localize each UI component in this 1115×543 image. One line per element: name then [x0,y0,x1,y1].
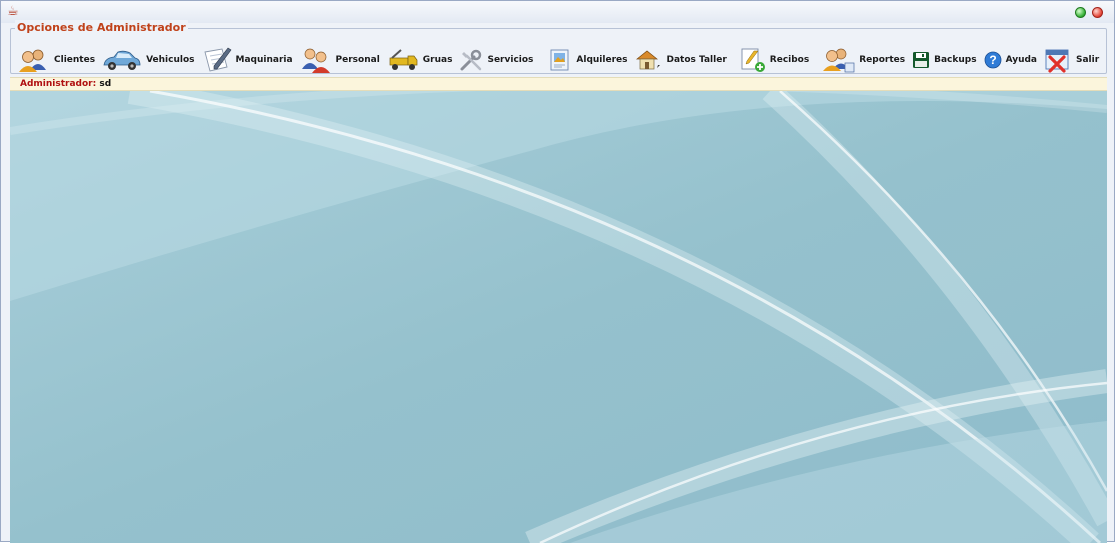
desktop-wallpaper [10,91,1107,543]
backups-button[interactable]: Backups [912,45,977,75]
users-icon [16,47,50,73]
reportes-label: Reportes [859,55,906,65]
svg-text:?: ? [989,53,996,67]
datos-taller-label: Datos Taller [666,55,727,65]
staff-icon [300,47,332,73]
salir-button[interactable]: Salir [1044,45,1099,75]
recibos-button[interactable]: Recibos [740,45,809,75]
ayuda-label: Ayuda [1005,55,1037,65]
exit-icon [1044,47,1072,73]
ayuda-button[interactable]: ? Ayuda [984,45,1037,75]
receipt-icon [740,47,766,73]
datos-taller-button[interactable]: Datos Taller [634,45,727,75]
tools-icon [459,47,483,73]
vehiculos-button[interactable]: Vehiculos [102,45,195,75]
close-window-button[interactable] [1092,7,1103,18]
status-role-label: Administrador: [20,79,97,89]
backups-label: Backups [934,55,977,65]
reportes-button[interactable]: Reportes [821,45,905,75]
servicios-button[interactable]: Servicios [459,45,533,75]
admin-options-legend: Opciones de Administrador [15,20,188,36]
tow-truck-icon [387,47,419,73]
status-bar: Administrador: sd [10,77,1107,91]
salir-label: Salir [1076,55,1100,65]
floppy-disk-icon [912,47,930,73]
personal-label: Personal [335,55,380,65]
main-toolbar: Clientes Vehiculos Maquinaria Personal G… [16,45,1106,75]
recibos-label: Recibos [769,55,810,65]
clientes-label: Clientes [54,55,96,65]
main-window: ☕ Opciones de Administrador Clientes Veh… [0,0,1115,543]
gruas-button[interactable]: Gruas [387,45,453,75]
minimize-button[interactable] [1075,7,1086,18]
house-icon [634,47,662,73]
gruas-label: Gruas [422,55,453,65]
servicios-label: Servicios [487,55,534,65]
users-report-icon [821,47,855,73]
help-icon: ? [984,47,1002,73]
desktop-area [10,91,1107,543]
notepad-pencil-icon [202,47,232,73]
maquinaria-button[interactable]: Maquinaria [202,45,293,75]
alquileres-button[interactable]: Alquileres [548,45,627,75]
personal-button[interactable]: Personal [300,45,380,75]
alquileres-label: Alquileres [576,55,628,65]
status-role: Administrador: sd [20,78,111,91]
car-icon [102,47,142,73]
status-user-value: sd [99,79,112,89]
coffee-cup-icon: ☕ [7,4,19,19]
clientes-button[interactable]: Clientes [16,45,95,75]
maquinaria-label: Maquinaria [235,55,293,65]
document-image-icon [548,47,572,73]
vehiculos-label: Vehiculos [146,55,195,65]
